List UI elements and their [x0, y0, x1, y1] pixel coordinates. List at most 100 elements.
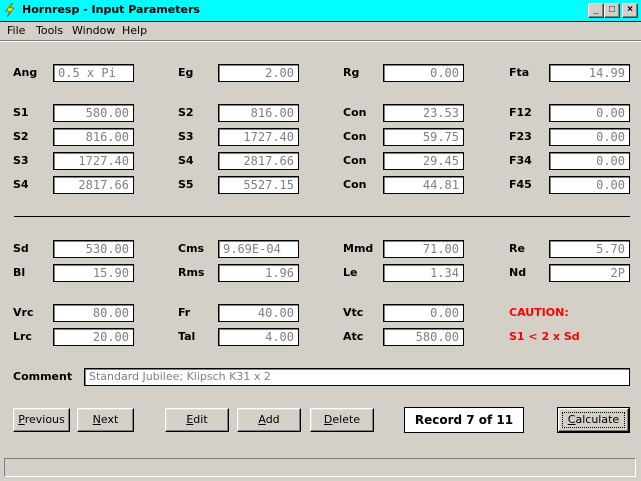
f12-field[interactable]: 0.00 [549, 104, 630, 122]
vrc-field[interactable]: 80.00 [53, 304, 134, 322]
s3-label: S3 [178, 130, 194, 143]
ang-field[interactable]: 0.5 x Pi [53, 64, 134, 82]
caution-title: CAUTION: [509, 306, 569, 319]
focus-rectangle [562, 412, 625, 428]
edit-label: dit [193, 413, 208, 426]
next-button[interactable]: Next [77, 408, 134, 432]
s2-label-left: S2 [13, 130, 29, 143]
vtc-field[interactable]: 0.00 [383, 304, 464, 322]
menu-file[interactable]: File [7, 24, 25, 37]
eg-field[interactable]: 2.00 [218, 64, 299, 82]
con2-label: Con [343, 130, 367, 143]
fr-field[interactable]: 40.00 [218, 304, 299, 322]
edit-button[interactable]: Edit [165, 408, 229, 432]
atc-field[interactable]: 580.00 [383, 328, 464, 346]
sd-label: Sd [13, 242, 29, 255]
le-label: Le [343, 266, 358, 279]
rms-label: Rms [178, 266, 205, 279]
record-counter: Record 7 of 11 [404, 407, 524, 433]
tal-field[interactable]: 4.00 [218, 328, 299, 346]
f12-label: F12 [509, 106, 532, 119]
caution-message: S1 < 2 x Sd [509, 330, 580, 343]
f45-label: F45 [509, 178, 532, 191]
rg-field[interactable]: 0.00 [383, 64, 464, 82]
lrc-label: Lrc [13, 330, 32, 343]
f34-field[interactable]: 0.00 [549, 152, 630, 170]
f23-label: F23 [509, 130, 532, 143]
s4-label-left: S4 [13, 178, 29, 191]
cms-label: Cms [178, 242, 205, 255]
comment-field[interactable]: Standard Jubilee; Klipsch K31 x 2 [84, 368, 630, 386]
close-icon: × [627, 4, 633, 15]
f23-field[interactable]: 0.00 [549, 128, 630, 146]
bl-field[interactable]: 15.90 [53, 264, 134, 282]
con4-label: Con [343, 178, 367, 191]
lightning-app-icon[interactable] [3, 3, 17, 17]
minimize-button[interactable]: _ [588, 3, 604, 18]
s2-label: S2 [178, 106, 194, 119]
previous-button[interactable]: Previous [13, 408, 70, 432]
title-bar[interactable]: Hornresp - Input Parameters _ □ × [0, 0, 641, 22]
s1-field[interactable]: 580.00 [53, 104, 134, 122]
menu-tools[interactable]: Tools [36, 24, 63, 37]
fta-label: Fta [509, 66, 530, 79]
s1-label: S1 [13, 106, 29, 119]
eg-label: Eg [178, 66, 194, 79]
next-label: ext [100, 413, 119, 426]
tal-label: Tal [178, 330, 196, 343]
status-bar [4, 458, 636, 477]
comment-label: Comment [13, 370, 73, 383]
menu-help[interactable]: Help [122, 24, 147, 37]
con3-field[interactable]: 29.45 [383, 152, 464, 170]
s4-field[interactable]: 2817.66 [218, 152, 299, 170]
hornresp-window: Hornresp - Input Parameters _ □ × File T… [0, 0, 641, 481]
rg-label: Rg [343, 66, 360, 79]
mmd-field[interactable]: 71.00 [383, 240, 464, 258]
window-title: Hornresp - Input Parameters [22, 3, 200, 16]
calculate-button[interactable]: Calculate [557, 407, 630, 433]
previous-label: revious [24, 413, 65, 426]
s3-label-left: S3 [13, 154, 29, 167]
section-divider [14, 216, 630, 217]
s5-label: S5 [178, 178, 194, 191]
s2-field-left[interactable]: 816.00 [53, 128, 134, 146]
maximize-button[interactable]: □ [604, 3, 620, 18]
ang-label: Ang [13, 66, 38, 79]
cms-field[interactable]: 9.69E-04 [218, 240, 299, 258]
s5-field[interactable]: 5527.15 [218, 176, 299, 194]
mmd-label: Mmd [343, 242, 374, 255]
menu-separator [0, 40, 641, 42]
f45-field[interactable]: 0.00 [549, 176, 630, 194]
s4-label: S4 [178, 154, 194, 167]
con1-field[interactable]: 23.53 [383, 104, 464, 122]
maximize-icon: □ [608, 4, 616, 15]
vrc-label: Vrc [13, 306, 34, 319]
menu-window[interactable]: Window [72, 24, 115, 37]
rms-field[interactable]: 1.96 [218, 264, 299, 282]
s3-field[interactable]: 1727.40 [218, 128, 299, 146]
le-field[interactable]: 1.34 [383, 264, 464, 282]
sd-field[interactable]: 530.00 [53, 240, 134, 258]
fta-field[interactable]: 14.99 [549, 64, 630, 82]
delete-button[interactable]: Delete [310, 408, 374, 432]
nd-label: Nd [509, 266, 527, 279]
delete-label: elete [332, 413, 361, 426]
add-button[interactable]: Add [237, 408, 301, 432]
con2-field[interactable]: 59.75 [383, 128, 464, 146]
s4-field-left[interactable]: 2817.66 [53, 176, 134, 194]
add-label: dd [265, 413, 280, 426]
atc-label: Atc [343, 330, 364, 343]
fr-label: Fr [178, 306, 191, 319]
s3-field-left[interactable]: 1727.40 [53, 152, 134, 170]
con1-label: Con [343, 106, 367, 119]
menu-bar: File Tools Window Help [0, 22, 641, 39]
re-label: Re [509, 242, 525, 255]
minimize-icon: _ [593, 4, 599, 15]
con4-field[interactable]: 44.81 [383, 176, 464, 194]
re-field[interactable]: 5.70 [549, 240, 630, 258]
lrc-field[interactable]: 20.00 [53, 328, 134, 346]
close-button[interactable]: × [622, 3, 638, 18]
s2-field[interactable]: 816.00 [218, 104, 299, 122]
vtc-label: Vtc [343, 306, 364, 319]
nd-field[interactable]: 2P [549, 264, 630, 282]
